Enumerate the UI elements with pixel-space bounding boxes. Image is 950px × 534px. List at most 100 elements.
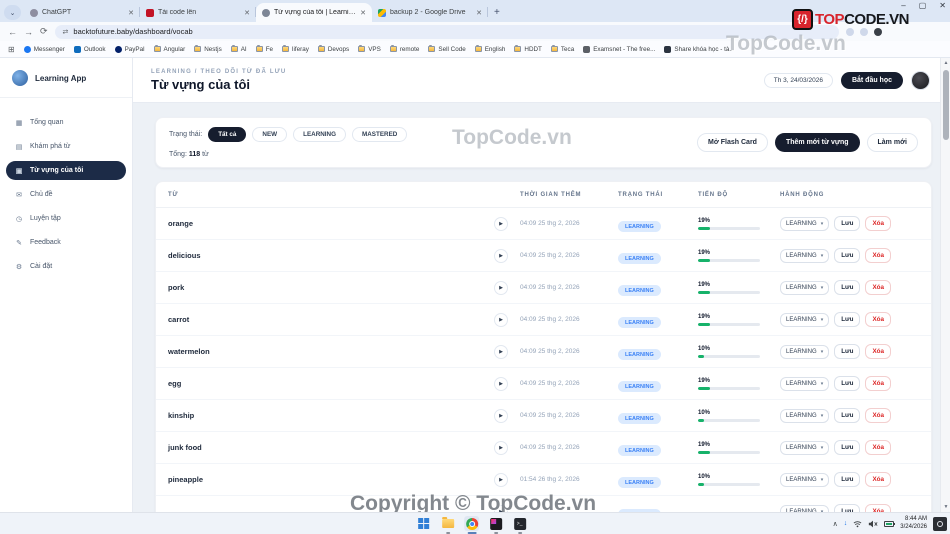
bookmark-item[interactable]: Share khóa học - tà... [664,45,735,53]
status-select[interactable]: LEARNING ▾ [780,376,830,391]
delete-button[interactable]: Xóa [865,472,892,487]
tab-close-icon[interactable]: ✕ [476,9,482,17]
back-button[interactable]: ← [8,27,17,37]
add-vocab-button[interactable]: Thêm mới từ vựng [774,133,860,152]
bookmark-item[interactable]: Sell Code [428,45,466,53]
refresh-button[interactable]: Làm mới [866,133,918,152]
play-audio-button[interactable]: ▶ [494,312,508,327]
sidebar-nav-item[interactable]: ▤ Khám phá từ [6,137,126,156]
start-learning-button[interactable]: Bắt đầu học [840,71,903,89]
delete-button[interactable]: Xóa [865,344,892,359]
delete-button[interactable]: Xóa [865,312,892,327]
play-audio-button[interactable]: ▶ [494,472,508,487]
play-audio-button[interactable]: ▶ [494,248,508,263]
play-audio-button[interactable]: ▶ [494,376,508,391]
chrome-icon[interactable] [464,516,480,534]
page-scrollbar[interactable]: ▲ ▼ [940,58,950,512]
bookmark-item[interactable]: PayPal [114,45,145,53]
bookmark-item[interactable]: Devops [317,45,349,53]
sidebar-nav-item[interactable]: ◷ Luyện tập [6,209,126,228]
bookmark-item[interactable]: Teca [550,45,574,53]
save-button[interactable]: Lưu [834,248,861,263]
save-button[interactable]: Lưu [834,408,861,423]
bookmark-item[interactable]: liferay [282,45,309,53]
play-audio-button[interactable]: ▶ [494,504,508,512]
browser-tab[interactable]: backup 2 - Google Drive ✕ [372,3,488,22]
scroll-down-icon[interactable]: ▼ [941,504,950,510]
download-tray-icon[interactable]: ↓ [844,520,848,527]
delete-button[interactable]: Xóa [865,504,892,512]
status-select[interactable]: LEARNING ▾ [780,216,830,231]
bookmark-item[interactable]: Examsnet - The free... [583,45,655,53]
tab-close-icon[interactable]: ✕ [360,9,366,17]
bookmark-item[interactable]: remote [389,45,419,53]
status-select[interactable]: LEARNING ▾ [780,504,830,512]
play-audio-button[interactable]: ▶ [494,440,508,455]
status-select[interactable]: LEARNING ▾ [780,248,830,263]
play-audio-button[interactable]: ▶ [494,216,508,231]
delete-button[interactable]: Xóa [865,216,892,231]
taskbar-clock[interactable]: 8:44 AM 3/24/2026 [900,516,927,531]
ide-icon[interactable] [488,516,503,534]
file-explorer-icon[interactable] [440,516,455,534]
forward-button[interactable]: → [24,27,33,37]
terminal-icon[interactable]: >_ [512,516,527,534]
save-button[interactable]: Lưu [834,280,861,295]
status-filter-pill[interactable]: NEW [252,127,288,142]
status-filter-pill[interactable]: Tất cả [208,127,247,142]
bookmark-item[interactable]: HDDT [514,45,542,53]
hidden-icons-chevron[interactable]: ∧ [833,520,838,528]
tab-close-icon[interactable]: ✕ [244,9,250,17]
tab-close-icon[interactable]: ✕ [128,9,134,17]
delete-button[interactable]: Xóa [865,440,892,455]
bookmark-item[interactable]: Angular [153,45,185,53]
save-button[interactable]: Lưu [834,472,861,487]
sidebar-nav-item[interactable]: ▣ Từ vựng của tôi [6,161,126,180]
reload-button[interactable]: ⟳ [40,26,48,37]
scroll-up-icon[interactable]: ▲ [941,60,950,66]
sidebar-nav-item[interactable]: ✎ Feedback [6,233,126,252]
delete-button[interactable]: Xóa [865,408,892,423]
url-bar[interactable]: ⇄ backtofuture.baby/dashboard/vocab [54,24,839,39]
status-filter-pill[interactable]: MASTERED [352,127,408,142]
browser-tab[interactable]: Tải code lên ✕ [140,3,256,22]
bookmark-item[interactable]: AI [230,45,247,53]
bookmark-item[interactable]: English [474,45,505,53]
play-audio-button[interactable]: ▶ [494,408,508,423]
status-select[interactable]: LEARNING ▾ [780,312,830,327]
new-tab-button[interactable]: + [494,7,500,18]
apps-grid-icon[interactable]: ⊞ [8,45,15,54]
status-select[interactable]: LEARNING ▾ [780,472,830,487]
window-maximize-button[interactable]: ▢ [919,1,927,10]
bookmark-item[interactable]: Messenger [23,45,65,53]
sidebar-nav-item[interactable]: ▦ Tổng quan [6,113,126,132]
browser-tab[interactable]: Từ vựng của tôi | Learning App ✕ [256,3,372,22]
bookmark-item[interactable]: VPS [358,45,381,53]
save-button[interactable]: Lưu [834,440,861,455]
delete-button[interactable]: Xóa [865,280,892,295]
status-select[interactable]: LEARNING ▾ [780,440,830,455]
sidebar-nav-item[interactable]: ✉ Chủ đề [6,185,126,204]
browser-tab[interactable]: ChatGPT ✕ [24,3,140,22]
delete-button[interactable]: Xóa [865,376,892,391]
status-select[interactable]: LEARNING ▾ [780,280,830,295]
site-info-icon[interactable]: ⇄ [63,28,69,36]
delete-button[interactable]: Xóa [865,248,892,263]
user-avatar[interactable] [911,70,930,90]
save-button[interactable]: Lưu [834,344,861,359]
save-button[interactable]: Lưu [834,504,861,512]
play-audio-button[interactable]: ▶ [494,344,508,359]
battery-icon[interactable] [884,520,896,527]
save-button[interactable]: Lưu [834,312,861,327]
save-button[interactable]: Lưu [834,376,861,391]
bookmark-item[interactable]: Outlook [73,45,106,53]
start-button[interactable] [416,516,431,531]
scrollbar-thumb[interactable] [943,70,949,140]
action-center-icon[interactable] [933,516,947,531]
window-close-button[interactable]: ✕ [939,1,946,10]
bookmark-item[interactable]: Nestjs [194,45,222,53]
open-flashcard-button[interactable]: Mở Flash Card [697,133,768,152]
volume-muted-icon[interactable] [868,520,878,528]
status-filter-pill[interactable]: LEARNING [293,127,346,142]
save-button[interactable]: Lưu [834,216,861,231]
